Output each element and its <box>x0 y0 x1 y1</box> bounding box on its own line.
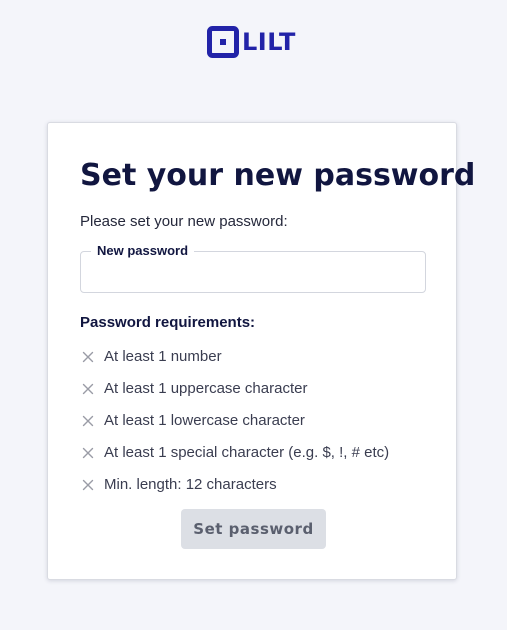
requirements-list: At least 1 number At least 1 uppercase c… <box>80 341 389 501</box>
set-password-card: Set your new password Please set your ne… <box>47 122 475 580</box>
x-icon <box>82 447 94 459</box>
new-password-label: New password <box>91 243 195 259</box>
requirement-text: At least 1 lowercase character <box>104 412 305 429</box>
requirements-heading: Password requirements: <box>80 314 256 331</box>
requirement-item: At least 1 number <box>80 341 389 373</box>
logo-wordmark: LILT <box>242 28 296 56</box>
x-icon <box>82 415 94 427</box>
page-title: Set your new password <box>80 158 476 193</box>
new-password-field[interactable]: New password <box>80 243 426 293</box>
set-password-button[interactable]: Set password <box>181 509 326 549</box>
x-icon <box>82 479 94 491</box>
lilt-logo-icon <box>207 26 239 58</box>
requirement-item: At least 1 lowercase character <box>80 405 389 437</box>
requirement-item: At least 1 special character (e.g. $, !,… <box>80 437 389 469</box>
requirement-text: Min. length: 12 characters <box>104 476 277 493</box>
lilt-logo: LILT <box>207 26 296 58</box>
intro-text: Please set your new password: <box>80 213 288 230</box>
requirement-text: At least 1 uppercase character <box>104 380 308 397</box>
x-icon <box>82 383 94 395</box>
x-icon <box>82 351 94 363</box>
requirement-text: At least 1 number <box>104 348 222 365</box>
requirement-text: At least 1 special character (e.g. $, !,… <box>104 444 390 461</box>
requirement-item: Min. length: 12 characters <box>80 469 389 501</box>
requirement-item: At least 1 uppercase character <box>80 373 389 405</box>
